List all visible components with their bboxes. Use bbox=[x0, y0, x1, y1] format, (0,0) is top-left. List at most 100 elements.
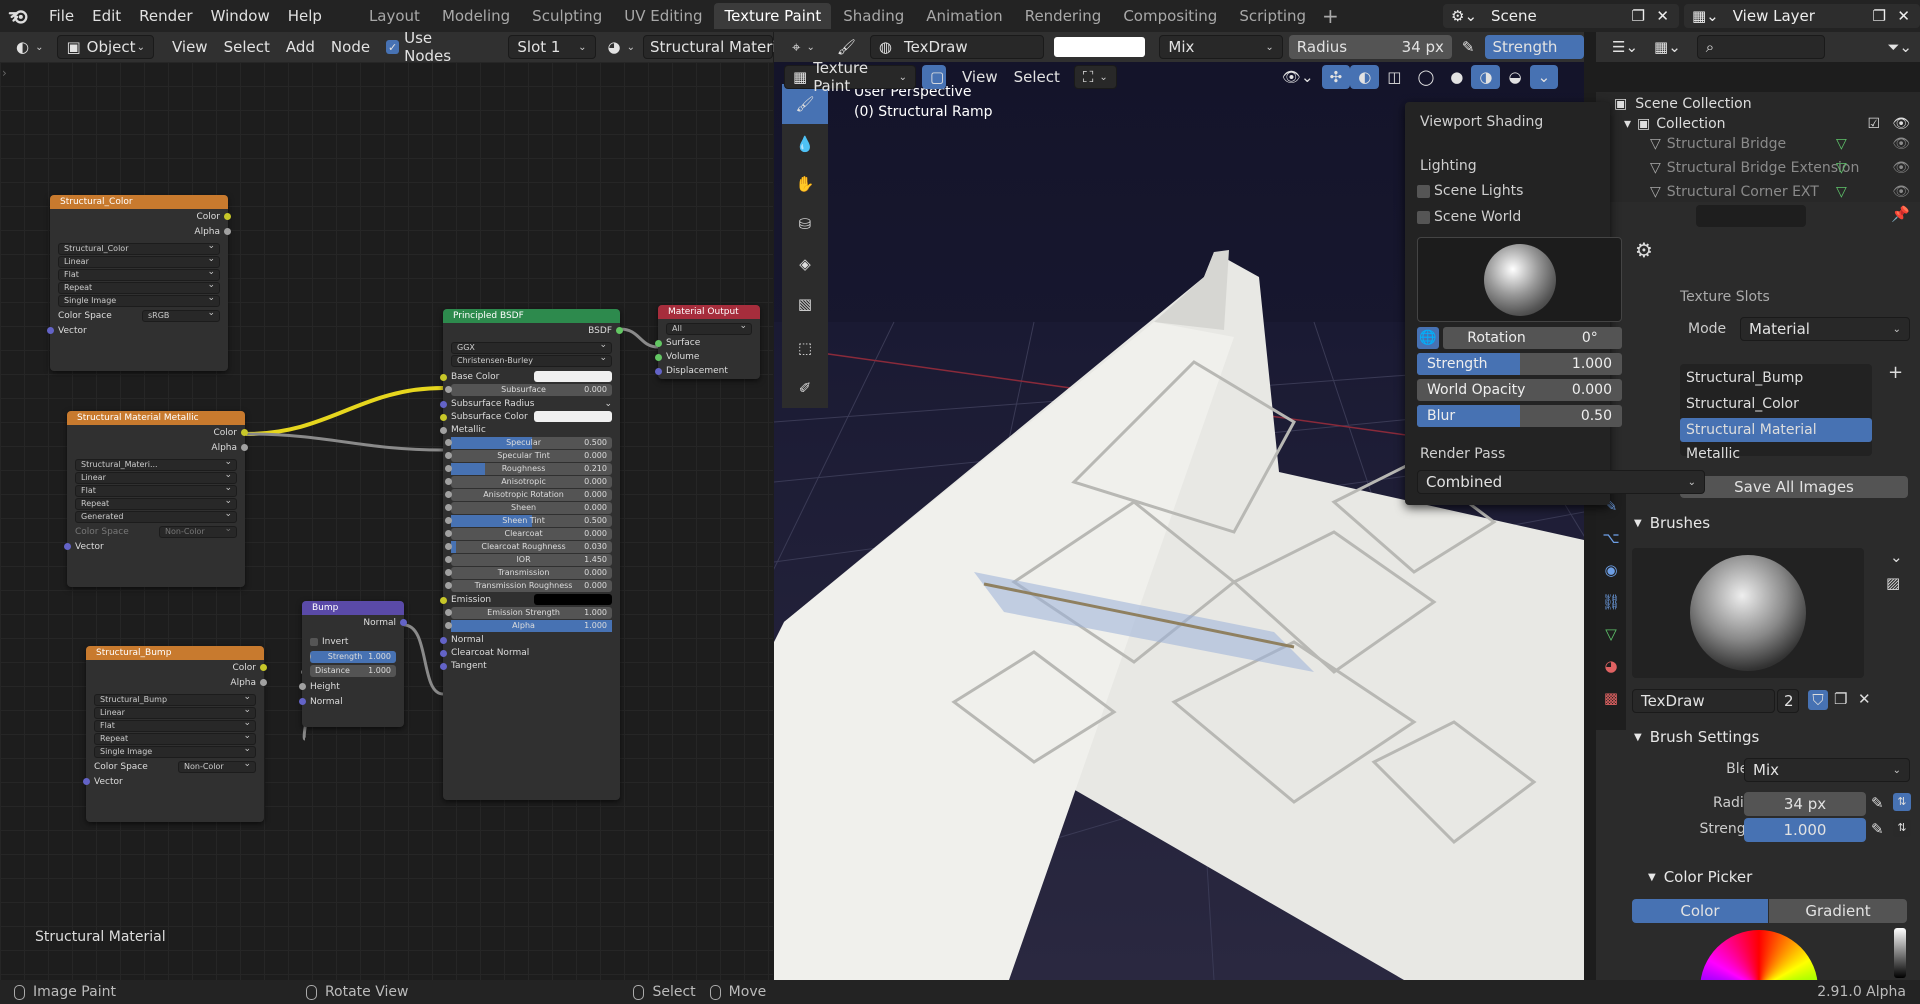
output-socket[interactable] bbox=[260, 679, 267, 686]
pin-icon[interactable]: 📌 bbox=[1891, 205, 1910, 223]
input-socket[interactable] bbox=[445, 452, 452, 459]
input-socket[interactable] bbox=[440, 414, 447, 421]
input-socket[interactable] bbox=[445, 439, 452, 446]
input-socket[interactable] bbox=[440, 663, 447, 670]
bsdf-input-field[interactable]: Anisotropic 0.000 bbox=[445, 476, 612, 488]
texture-tab-icon[interactable]: ▩ bbox=[1596, 682, 1626, 714]
source-select[interactable]: Generated bbox=[75, 509, 237, 523]
fill-tool-icon[interactable]: ◈ bbox=[782, 244, 828, 284]
properties-search-input[interactable] bbox=[1696, 205, 1806, 227]
blur-slider[interactable]: Blur 0.50 bbox=[1417, 405, 1622, 427]
extension-select[interactable]: Repeat bbox=[58, 280, 220, 294]
input-socket[interactable] bbox=[440, 650, 447, 657]
hdri-preview[interactable] bbox=[1417, 237, 1622, 322]
input-socket[interactable] bbox=[445, 622, 452, 629]
modifier-tab-icon[interactable]: ⌥ bbox=[1596, 522, 1626, 554]
chevron-down-icon[interactable]: ⌄ bbox=[604, 399, 612, 409]
input-socket[interactable] bbox=[655, 340, 662, 347]
brushes-panel-header[interactable]: ▼ Brushes bbox=[1626, 510, 1710, 536]
use-nodes-checkbox[interactable]: ✓ Use Nodes bbox=[378, 29, 486, 65]
strength-field[interactable]: Strength 1.000 bbox=[310, 651, 396, 663]
interpolation-select[interactable]: Linear bbox=[58, 254, 220, 268]
color-picker-panel-header[interactable]: ▼ Color Picker bbox=[1640, 864, 1752, 890]
bsdf-input-field[interactable]: Specular 0.500 bbox=[445, 437, 612, 449]
blend-select[interactable]: Mix ⌄ bbox=[1744, 758, 1910, 782]
tab-compositing[interactable]: Compositing bbox=[1113, 3, 1227, 29]
bump-node[interactable]: Bump Normal Invert Strength 1.000 Distanc… bbox=[299, 601, 407, 727]
render-pass-select[interactable]: Combined ⌄ bbox=[1417, 470, 1705, 494]
radius-unit-icon[interactable]: ⇅ bbox=[1893, 793, 1911, 811]
tab-animation[interactable]: Animation bbox=[916, 3, 1012, 29]
projection-select[interactable]: Flat bbox=[94, 718, 256, 732]
save-all-images-button[interactable]: Save All Images bbox=[1680, 476, 1908, 498]
menu-edit[interactable]: Edit bbox=[83, 0, 130, 32]
output-socket[interactable] bbox=[224, 213, 231, 220]
rotation-field[interactable]: Rotation 0° bbox=[1443, 327, 1622, 349]
menu-add[interactable]: Add bbox=[278, 35, 323, 59]
duplicate-brush-icon[interactable]: ❐ bbox=[1834, 690, 1847, 708]
mask-mode-select[interactable]: ⛶ ⌄ bbox=[1073, 65, 1117, 89]
bsdf-input-field[interactable]: IOR 1.450 bbox=[445, 554, 612, 566]
brush-color-swatch[interactable] bbox=[1053, 37, 1146, 57]
input-socket[interactable] bbox=[440, 374, 447, 381]
extension-select[interactable]: Repeat bbox=[75, 496, 237, 510]
projection-select[interactable]: Flat bbox=[75, 483, 237, 497]
bsdf-input-field[interactable]: Sheen 0.000 bbox=[445, 502, 612, 514]
smear-tool-icon[interactable]: ✋ bbox=[782, 164, 828, 204]
collection-row[interactable]: ▾ ▣ Collection ☑ 👁 bbox=[1596, 116, 1920, 132]
gradient-tab[interactable]: Gradient bbox=[1769, 899, 1907, 923]
bsdf-input-field[interactable]: Subsurface 0.000 bbox=[445, 384, 612, 396]
bsdf-input-field[interactable]: Transmission Roughness 0.000 bbox=[445, 580, 612, 592]
colorspace-select[interactable]: Non-Color bbox=[159, 524, 237, 538]
image-texture-node-color[interactable]: Structural_Color Color Alpha Structural_… bbox=[47, 195, 231, 371]
input-socket[interactable] bbox=[445, 517, 452, 524]
brush-settings-panel-header[interactable]: ▼ Brush Settings bbox=[1626, 724, 1759, 750]
tab-scripting[interactable]: Scripting bbox=[1229, 3, 1316, 29]
projection-select[interactable]: Flat bbox=[58, 267, 220, 281]
outliner-item[interactable]: ▽ Structural Corner EXT ▽ 👁 bbox=[1596, 180, 1920, 202]
menu-file[interactable]: File bbox=[40, 0, 83, 32]
bsdf-input-field[interactable]: Roughness 0.210 bbox=[445, 463, 612, 475]
fake-user-icon[interactable]: ⛉ bbox=[1808, 690, 1828, 710]
input-socket[interactable] bbox=[445, 530, 452, 537]
texture-slot-item[interactable]: Structural_Color bbox=[1680, 392, 1872, 416]
color-swatch[interactable] bbox=[534, 411, 612, 422]
tab-modeling[interactable]: Modeling bbox=[432, 3, 520, 29]
input-socket[interactable] bbox=[83, 778, 90, 785]
add-workspace-icon[interactable]: + bbox=[1322, 4, 1339, 28]
brush-name-field[interactable]: TexDraw bbox=[1632, 689, 1775, 713]
input-socket[interactable] bbox=[445, 582, 452, 589]
menu-help[interactable]: Help bbox=[279, 0, 331, 32]
bsdf-input-field[interactable]: Specular Tint 0.000 bbox=[445, 450, 612, 462]
radius-field[interactable]: Radius 34 px bbox=[1288, 35, 1452, 59]
brush-dropdown-icon[interactable]: ⌄ bbox=[1890, 548, 1903, 566]
input-socket[interactable] bbox=[445, 491, 452, 498]
scene-world-checkbox[interactable]: Scene World bbox=[1417, 209, 1521, 225]
outliner-item[interactable]: ▽ Structural Bridge ▽ 👁 bbox=[1596, 132, 1920, 156]
copy-view-layer-icon[interactable]: ❐ bbox=[1873, 7, 1886, 25]
outliner-item[interactable]: ▽ Structural Bridge Extension ▽ 👁 bbox=[1596, 156, 1920, 180]
material-browse-button[interactable]: ◕ ⌄ bbox=[600, 35, 643, 59]
menu-render[interactable]: Render bbox=[130, 0, 201, 32]
close-scene-icon[interactable]: ✕ bbox=[1656, 7, 1669, 25]
scene-lights-checkbox[interactable]: Scene Lights bbox=[1417, 183, 1523, 199]
brush-preview[interactable] bbox=[1632, 548, 1864, 678]
eye-icon[interactable]: 👁 bbox=[1892, 116, 1910, 132]
material-output-node[interactable]: Material Output All Surface Volume Displ… bbox=[655, 305, 760, 379]
slot-select[interactable]: Slot 1 ⌄ bbox=[508, 35, 596, 59]
rendered-shading-icon[interactable]: ◒ bbox=[1500, 65, 1529, 89]
tab-uv-editing[interactable]: UV Editing bbox=[614, 3, 712, 29]
tab-texture-paint[interactable]: Texture Paint bbox=[714, 3, 832, 29]
view-layer-selector[interactable]: ▦⌄ View Layer ❐ ✕ bbox=[1684, 4, 1920, 28]
outliner-search-input[interactable]: ⌕ bbox=[1696, 35, 1825, 59]
close-view-layer-icon[interactable]: ✕ bbox=[1897, 7, 1910, 25]
gear-icon[interactable]: ⚙ bbox=[1635, 238, 1653, 262]
physics-tab-icon[interactable]: ◉ bbox=[1596, 554, 1626, 586]
filter-icon[interactable]: ⏷⌄ bbox=[1879, 35, 1920, 59]
input-socket[interactable] bbox=[445, 556, 452, 563]
colorspace-select[interactable]: sRGB bbox=[142, 308, 220, 322]
input-socket[interactable] bbox=[445, 609, 452, 616]
brush-icon[interactable]: 🖌 bbox=[829, 35, 864, 59]
texture-slot-item[interactable]: Structural Material Metallic bbox=[1680, 418, 1872, 462]
tab-layout[interactable]: Layout bbox=[359, 3, 430, 29]
